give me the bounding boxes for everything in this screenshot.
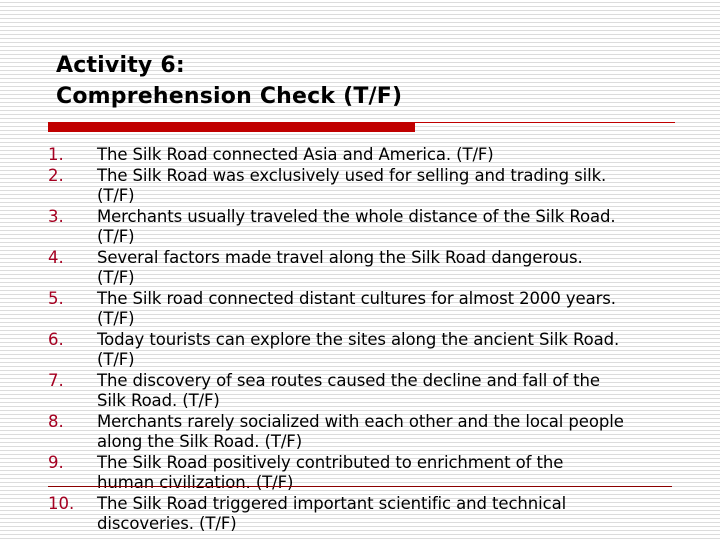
item-number: 6. (48, 329, 64, 349)
item-text: The discovery of sea routes caused the d… (97, 370, 600, 411)
item-number: 5. (48, 288, 64, 308)
list-item: 10. The Silk Road triggered important sci… (48, 494, 720, 535)
list-item: 9. The Silk Road positively contributed t… (48, 453, 720, 494)
list-item: 6. Today tourists can explore the sites a… (48, 330, 720, 371)
item-number: 9. (48, 452, 64, 472)
item-text: The Silk Road triggered important scient… (97, 493, 567, 534)
item-number: 1. (48, 145, 64, 164)
title-line-1: Activity 6: (56, 53, 185, 78)
statement-list: 1. The Silk Road connected Asia and Ameri… (48, 145, 720, 535)
item-text: The Silk road connected distant cultures… (97, 288, 616, 329)
list-item: 4. Several factors made travel along the … (48, 248, 720, 289)
item-text: The Silk Road connected Asia and America… (97, 145, 494, 164)
slide-title: Activity 6: Comprehension Check (T/F) (56, 50, 402, 112)
item-number: 10. (48, 493, 75, 513)
item-number: 4. (48, 247, 64, 267)
item-text: Today tourists can explore the sites alo… (97, 329, 620, 370)
item-text: Several factors made travel along the Si… (97, 247, 583, 288)
item-text: The Silk Road was exclusively used for s… (97, 165, 607, 206)
item-text: The Silk Road positively contributed to … (97, 452, 564, 493)
item-number: 7. (48, 370, 64, 390)
item-text: Merchants usually traveled the whole dis… (97, 206, 616, 247)
item-number: 2. (48, 165, 64, 185)
title-underline-accent-bar (48, 123, 415, 132)
list-item: 8. Merchants rarely socialized with each … (48, 412, 720, 453)
item-number: 8. (48, 411, 64, 431)
list-item: 1. The Silk Road connected Asia and Ameri… (48, 145, 720, 166)
list-item: 2. The Silk Road was exclusively used for… (48, 166, 720, 207)
item-number: 3. (48, 206, 64, 226)
list-item: 5. The Silk road connected distant cultur… (48, 289, 720, 330)
title-line-2: Comprehension Check (T/F) (56, 84, 403, 109)
item-text: Merchants rarely socialized with each ot… (97, 411, 624, 452)
list-item: 3. Merchants usually traveled the whole d… (48, 207, 720, 248)
footer-rule (48, 486, 672, 487)
list-item: 7. The discovery of sea routes caused the… (48, 371, 720, 412)
